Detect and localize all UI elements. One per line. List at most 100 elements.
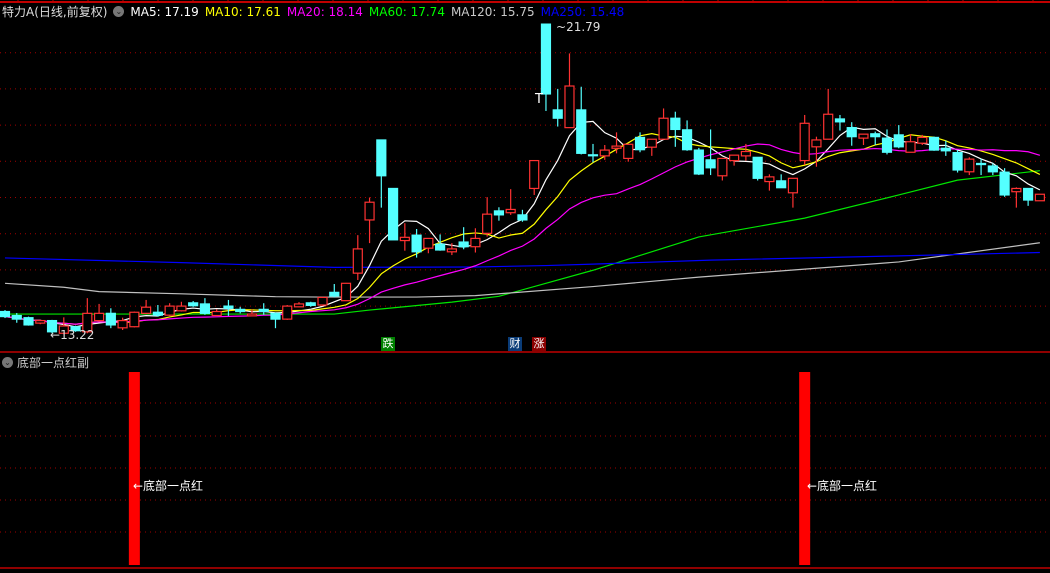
candle-body	[952, 152, 963, 171]
ma10-line	[4, 133, 1041, 325]
candle-body	[376, 139, 387, 177]
candle-body	[917, 136, 928, 144]
ma60-value: MA60: 17.74	[368, 4, 445, 19]
candle-body	[576, 109, 587, 154]
candle-up	[340, 282, 352, 302]
candle-up	[964, 157, 975, 176]
candle-up	[352, 235, 363, 281]
candle-body	[211, 310, 222, 317]
candle-body	[587, 154, 599, 157]
candle-down	[387, 187, 399, 241]
candle-body	[752, 156, 763, 179]
candle-body	[564, 85, 575, 129]
marker-rise[interactable]: 涨	[532, 337, 546, 351]
candle-body	[23, 317, 34, 326]
candle-down	[752, 156, 763, 181]
price-grid	[0, 52, 1050, 307]
candle-up	[176, 301, 187, 312]
candle-up	[799, 114, 810, 165]
indicator-header: ⌄ 底部一点红副	[2, 354, 89, 371]
candle-body	[999, 171, 1010, 196]
candle-body	[529, 159, 540, 190]
candle-up	[164, 303, 175, 316]
candle-up	[611, 132, 622, 154]
candle-body	[670, 117, 681, 131]
candle-down	[258, 303, 269, 315]
candle-down	[587, 143, 599, 163]
candle-down	[952, 150, 963, 173]
candle-body	[235, 308, 246, 313]
candle-body	[1011, 187, 1022, 193]
candle-body	[964, 158, 975, 173]
candle-down	[693, 147, 704, 176]
candle-up	[364, 197, 375, 244]
candle-body	[517, 214, 528, 221]
candle-up	[858, 133, 869, 146]
candle-body	[340, 282, 352, 302]
candle-body	[623, 143, 634, 160]
candle-up	[623, 143, 634, 162]
candle-body	[423, 237, 434, 249]
candle-up	[35, 319, 46, 325]
signal-bar	[128, 372, 140, 565]
candle-body	[776, 180, 787, 189]
candle-body	[35, 319, 46, 324]
candle-body	[681, 129, 693, 151]
candle-body	[11, 314, 22, 320]
candle-down	[846, 122, 857, 146]
candle-up	[141, 299, 152, 315]
candle-body	[93, 312, 105, 322]
indicator-grid	[0, 402, 1050, 533]
candle-body	[293, 303, 305, 308]
candle-down	[881, 129, 893, 155]
candle-body	[870, 133, 881, 138]
marker-finance[interactable]: 财	[508, 337, 522, 351]
candle-body	[705, 159, 716, 169]
candle-down	[235, 306, 246, 314]
indicator-bars	[128, 372, 811, 565]
candle-up	[564, 53, 575, 129]
candle-body	[717, 157, 728, 177]
candle-body	[834, 118, 846, 123]
stock-title: 特力A(日线,前复权)	[2, 5, 108, 19]
candle-body	[0, 310, 11, 318]
candle-body	[811, 139, 822, 148]
candle-up	[423, 237, 434, 254]
candle-body	[164, 305, 175, 316]
candle-body	[799, 122, 810, 162]
ma250-value: MA250: 15.48	[540, 4, 625, 19]
candle-down	[411, 228, 422, 258]
candle-down	[105, 308, 116, 329]
candle-body	[846, 127, 857, 138]
high-price-value: 21.79	[566, 20, 601, 34]
chevron-down-icon[interactable]: ⌄	[113, 6, 125, 17]
marker-fall[interactable]: 跌	[381, 337, 395, 351]
candle-body	[188, 302, 199, 307]
candle-body	[176, 305, 187, 312]
candle-down	[270, 312, 281, 329]
candle-down	[0, 310, 11, 319]
candle-up	[129, 311, 140, 328]
candle-body	[105, 312, 116, 326]
candle-down	[834, 114, 846, 131]
candle-body	[199, 303, 211, 314]
candle-body	[305, 302, 316, 306]
candle-up	[399, 223, 410, 251]
candle-down	[893, 125, 904, 149]
candle-body	[152, 311, 163, 316]
candle-up	[787, 177, 799, 208]
candle-body	[352, 248, 363, 274]
candle-up	[1034, 193, 1045, 202]
candle-down	[999, 168, 1010, 197]
candles	[0, 23, 1045, 335]
chevron-down-icon[interactable]: ⌄	[2, 357, 13, 368]
candle-up	[317, 296, 328, 307]
candle-up	[658, 108, 669, 140]
candle-body	[458, 241, 469, 248]
candle-down	[329, 284, 340, 298]
chart-header: 特力A(日线,前复权) ⌄ MA5: 17.19 MA10: 17.61 MA2…	[2, 3, 624, 20]
candle-down	[23, 316, 34, 326]
candle-down	[199, 298, 211, 315]
candle-down	[305, 301, 316, 307]
candle-body	[470, 237, 481, 248]
